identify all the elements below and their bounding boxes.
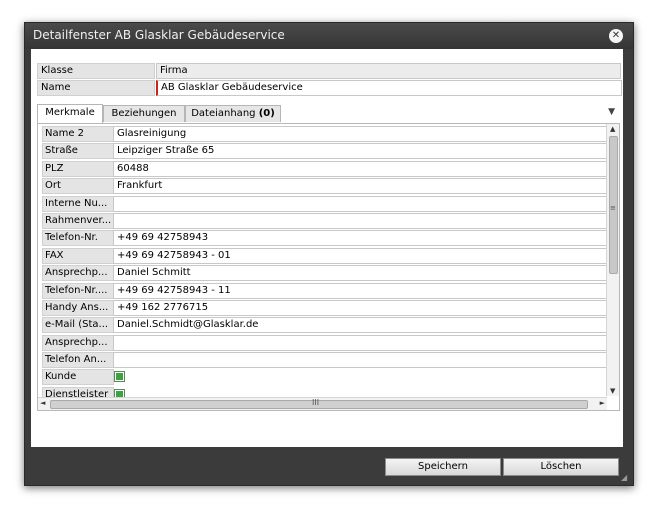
- property-value-field[interactable]: 60488: [113, 160, 615, 177]
- property-value-field[interactable]: +49 69 42758943: [113, 230, 615, 247]
- close-icon[interactable]: ✕: [609, 29, 623, 43]
- property-label: Ansprechp...: [42, 265, 114, 282]
- property-label: Name 2: [42, 126, 114, 142]
- client-area: Klasse Firma Name AB Glasklar Gebäudeser…: [31, 49, 623, 447]
- property-label: Telefon An...: [42, 352, 114, 369]
- tab-merkmale-label: Merkmale: [45, 107, 95, 118]
- property-label: Ansprechp...: [42, 334, 114, 351]
- property-label: Handy Ans...: [42, 299, 114, 316]
- property-row: Ort Frankfurt: [40, 178, 615, 195]
- property-label: PLZ: [42, 160, 114, 177]
- scroll-right-icon[interactable]: ►: [600, 399, 605, 407]
- property-row: e-Mail (Sta... Daniel.Schmidt@Glasklar.de: [40, 317, 615, 334]
- property-value-field[interactable]: Glasreinigung: [113, 126, 615, 142]
- scroll-up-icon[interactable]: ▲: [610, 125, 615, 133]
- property-label: Kunde: [42, 369, 114, 386]
- resize-grip-icon[interactable]: ◢: [621, 473, 631, 483]
- property-value-field[interactable]: Daniel.Schmidt@Glasklar.de: [113, 317, 615, 334]
- save-button[interactable]: Speichern: [385, 458, 501, 476]
- property-row: PLZ 60488: [40, 160, 615, 177]
- property-label: Ort: [42, 178, 114, 195]
- property-row: Telefon-Nr.... +49 69 42758943 - 11: [40, 282, 615, 299]
- property-row: Ansprechp... Daniel Schmitt: [40, 265, 615, 282]
- property-row: FAX +49 69 42758943 - 01: [40, 247, 615, 264]
- property-checkbox[interactable]: [114, 371, 125, 383]
- property-value-field[interactable]: +49 69 42758943 - 01: [113, 247, 615, 264]
- property-value-field[interactable]: Leipziger Straße 65: [113, 143, 615, 160]
- name-field[interactable]: AB Glasklar Gebäudeservice: [156, 80, 622, 96]
- property-label: Telefon-Nr.: [42, 230, 114, 247]
- tab-dateianhang-count: (0): [258, 108, 275, 119]
- name-label: Name: [37, 80, 155, 96]
- property-row: Name 2 Glasreinigung: [40, 126, 615, 142]
- tab-menu-chevron-down-icon[interactable]: ▼: [608, 107, 615, 117]
- window-title: Detailfenster AB Glasklar Gebäudeservice: [33, 28, 285, 42]
- property-label: FAX: [42, 247, 114, 264]
- property-label: Interne Nu...: [42, 195, 114, 212]
- tab-dateianhang-label: Dateianhang: [191, 108, 256, 119]
- property-row: Handy Ans... +49 162 2776715: [40, 299, 615, 316]
- property-value-field[interactable]: Frankfurt: [113, 178, 615, 195]
- checkbox-checked-icon: [116, 373, 123, 381]
- horizontal-grip-icon: III: [312, 398, 320, 407]
- property-row: Kunde: [40, 369, 605, 386]
- klasse-value: Firma: [156, 63, 621, 79]
- property-row: Telefon-Nr. +49 69 42758943: [40, 230, 615, 247]
- tab-beziehungen-label: Beziehungen: [111, 108, 177, 119]
- property-value-field[interactable]: [113, 195, 615, 212]
- tab-dateianhang[interactable]: Dateianhang (0): [185, 105, 281, 122]
- scroll-left-icon[interactable]: ◄: [40, 399, 45, 407]
- property-row: Ansprechp...: [40, 334, 615, 351]
- property-label: Rahmenver...: [42, 212, 114, 229]
- property-value-field[interactable]: [113, 352, 615, 369]
- property-label: Straße: [42, 143, 114, 160]
- property-value-field[interactable]: Daniel Schmitt: [113, 265, 615, 282]
- properties-rows: Name 2 Glasreinigung Straße Leipziger Straß…: [40, 126, 615, 404]
- detail-window: Detailfenster AB Glasklar Gebäudeservice…: [24, 22, 634, 486]
- tab-merkmale[interactable]: Merkmale: [37, 104, 103, 123]
- title-bar[interactable]: Detailfenster AB Glasklar Gebäudeservice…: [25, 23, 633, 49]
- delete-button[interactable]: Löschen: [503, 458, 619, 476]
- property-value-field[interactable]: +49 162 2776715: [113, 299, 615, 316]
- horizontal-scrollbar[interactable]: ◄ III ►: [38, 397, 607, 410]
- property-value-field[interactable]: [113, 334, 615, 351]
- property-value-field[interactable]: [113, 212, 615, 229]
- klasse-label: Klasse: [37, 63, 155, 79]
- vertical-scrollbar[interactable]: ▲ ≡ ▼: [606, 124, 619, 396]
- property-row: Telefon An...: [40, 352, 615, 369]
- scroll-down-icon[interactable]: ▼: [610, 387, 615, 395]
- property-label: Telefon-Nr....: [42, 282, 114, 299]
- property-row: Rahmenver...: [40, 212, 615, 229]
- tab-beziehungen[interactable]: Beziehungen: [103, 105, 185, 122]
- vertical-grip-icon: ≡: [610, 204, 616, 212]
- property-row: Interne Nu...: [40, 195, 615, 212]
- property-row: Straße Leipziger Straße 65: [40, 143, 615, 160]
- properties-grid: Name 2 Glasreinigung Straße Leipziger Straß…: [37, 123, 620, 411]
- property-value-field[interactable]: +49 69 42758943 - 11: [113, 282, 615, 299]
- property-label: e-Mail (Sta...: [42, 317, 114, 334]
